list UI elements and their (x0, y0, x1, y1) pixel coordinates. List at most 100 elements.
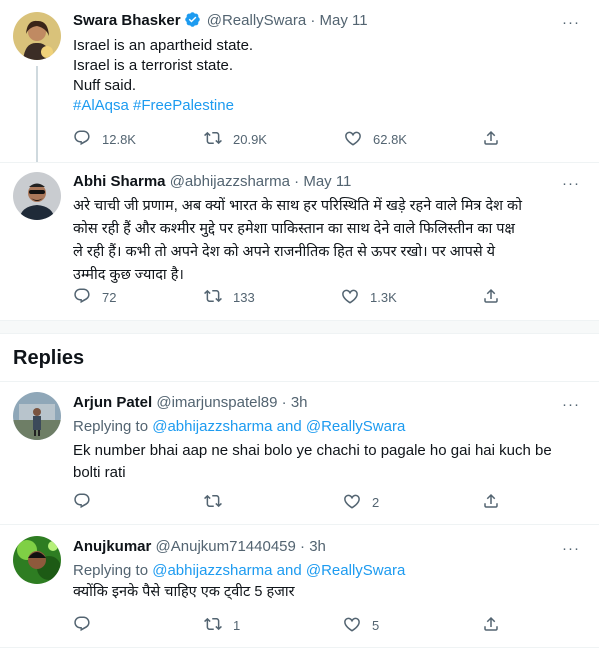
tweet-text-line: Israel is a terrorist state. (73, 57, 234, 74)
thread-connector (36, 66, 38, 163)
reply-button[interactable] (73, 492, 102, 512)
separator-dot: · (281, 394, 287, 411)
like-icon (343, 615, 361, 636)
tweet-text: Ek number bhai aap ne shai bolo ye chach… (73, 440, 552, 484)
reply-button[interactable]: 12.8K (73, 129, 136, 149)
timestamp[interactable]: 3h (291, 394, 308, 411)
handle[interactable]: @ReallySwara (207, 12, 306, 29)
mention-link[interactable]: @ReallySwara (306, 418, 405, 435)
tweet-text: अरे चाची जी प्रणाम, अब क्यों भारत के साथ… (73, 195, 522, 287)
like-button[interactable]: 62.8K (344, 129, 407, 149)
share-button[interactable] (482, 287, 500, 307)
retweet-count: 1 (233, 617, 241, 633)
reply-icon (73, 287, 91, 308)
tweet-text-line: उम्मीद कुछ ज्यादा है। (73, 267, 184, 283)
retweet-button[interactable]: 1 (204, 615, 240, 635)
retweet-icon (204, 129, 222, 150)
replying-to-label: Replying to (73, 562, 149, 579)
more-icon[interactable]: ··· (561, 395, 581, 415)
handle[interactable]: @Anujkum71440459 (156, 538, 296, 555)
avatar[interactable] (13, 536, 61, 584)
mention-link[interactable]: @ReallySwara (306, 562, 405, 579)
hashtags[interactable]: #AlAqsa #FreePalestine (73, 96, 253, 116)
like-icon (344, 129, 362, 150)
retweet-button[interactable]: 20.9K (204, 129, 267, 149)
like-button[interactable]: 5 (343, 615, 379, 635)
separator-dot: · (294, 173, 300, 190)
separator-dot: · (300, 538, 306, 555)
tweet-header: Anujkumar @Anujkum71440459 · 3h (73, 537, 326, 557)
like-button[interactable]: 1.3K (341, 287, 397, 307)
reply-count: 12.8K (102, 131, 136, 147)
replying-to: Replying to @abhijazzsharma and @ReallyS… (73, 561, 405, 581)
handle[interactable]: @abhijazzsharma (170, 173, 290, 190)
divider (0, 333, 599, 334)
tweet-text: Israel is an apartheid state. Israel is … (73, 36, 253, 116)
like-count: 5 (372, 617, 380, 633)
share-icon (482, 287, 500, 308)
more-icon[interactable]: ··· (561, 13, 581, 33)
tweet-text-line: Israel is an apartheid state. (73, 37, 254, 54)
mention-link[interactable]: @abhijazzsharma (152, 418, 272, 435)
divider (0, 162, 599, 163)
tweet-header: Abhi Sharma @abhijazzsharma · May 11 (73, 172, 351, 192)
replying-to-and: and (276, 562, 302, 579)
tweet-text-line: Nuff said. (73, 77, 137, 94)
retweet-icon (204, 615, 222, 636)
display-name[interactable]: Arjun Patel (73, 394, 152, 411)
divider (0, 381, 599, 382)
retweet-icon (204, 492, 222, 513)
section-spacer (0, 321, 599, 333)
timestamp[interactable]: May 11 (320, 12, 368, 29)
retweet-count: 20.9K (233, 131, 267, 147)
replying-to: Replying to @abhijazzsharma and @ReallyS… (73, 417, 405, 437)
share-icon (482, 492, 500, 513)
tweet-text-line: Ek number bhai aap ne shai bolo ye chach… (73, 442, 552, 459)
divider (0, 647, 599, 648)
retweet-button[interactable] (204, 492, 233, 512)
reply-icon (73, 492, 91, 513)
reply-button[interactable] (73, 615, 102, 635)
avatar[interactable] (13, 12, 61, 60)
reply-count: 72 (102, 289, 117, 305)
timestamp[interactable]: May 11 (303, 173, 351, 190)
display-name[interactable]: Swara Bhasker (73, 12, 181, 29)
divider (0, 524, 599, 525)
like-icon (341, 287, 359, 308)
handle[interactable]: @imarjunspatel89 (156, 394, 277, 411)
replying-to-and: and (276, 418, 302, 435)
replies-heading: Replies (13, 347, 85, 369)
share-button[interactable] (482, 492, 500, 512)
like-icon (343, 492, 361, 513)
tweet-text-line: अरे चाची जी प्रणाम, अब क्यों भारत के साथ… (73, 198, 522, 214)
tweet-text-line: ले रही हैं। कभी तो अपने देश को अपने राजन… (73, 244, 496, 260)
tweet-text-line: कोस रही हैं और कश्मीर मुद्दे पर हमेशा पा… (73, 221, 515, 237)
tweet-text-line: क्योंकि इनके पैसे चाहिए एक ट्वीट 5 हजार (73, 584, 295, 600)
retweet-icon (204, 287, 222, 308)
reply-button[interactable]: 72 (73, 287, 116, 307)
more-icon[interactable]: ··· (561, 174, 581, 194)
retweet-count: 133 (233, 289, 255, 305)
reply-icon (73, 615, 91, 636)
retweet-button[interactable]: 133 (204, 287, 255, 307)
avatar[interactable] (13, 172, 61, 220)
like-count: 2 (372, 494, 380, 510)
like-count: 62.8K (373, 131, 407, 147)
display-name[interactable]: Abhi Sharma (73, 173, 166, 190)
more-icon[interactable]: ··· (561, 539, 581, 559)
separator-dot: · (310, 12, 316, 29)
tweet-text-line: bolti rati (73, 464, 126, 481)
display-name[interactable]: Anujkumar (73, 538, 151, 555)
share-icon (482, 615, 500, 636)
like-button[interactable]: 2 (343, 492, 379, 512)
avatar[interactable] (13, 392, 61, 440)
timestamp[interactable]: 3h (309, 538, 326, 555)
share-button[interactable] (482, 129, 500, 149)
share-button[interactable] (482, 615, 500, 635)
like-count: 1.3K (370, 289, 397, 305)
replying-to-label: Replying to (73, 418, 149, 435)
verified-badge-icon (184, 11, 201, 34)
tweet-header: Arjun Patel @imarjunspatel89 · 3h (73, 393, 308, 413)
mention-link[interactable]: @abhijazzsharma (152, 562, 272, 579)
share-icon (482, 129, 500, 150)
